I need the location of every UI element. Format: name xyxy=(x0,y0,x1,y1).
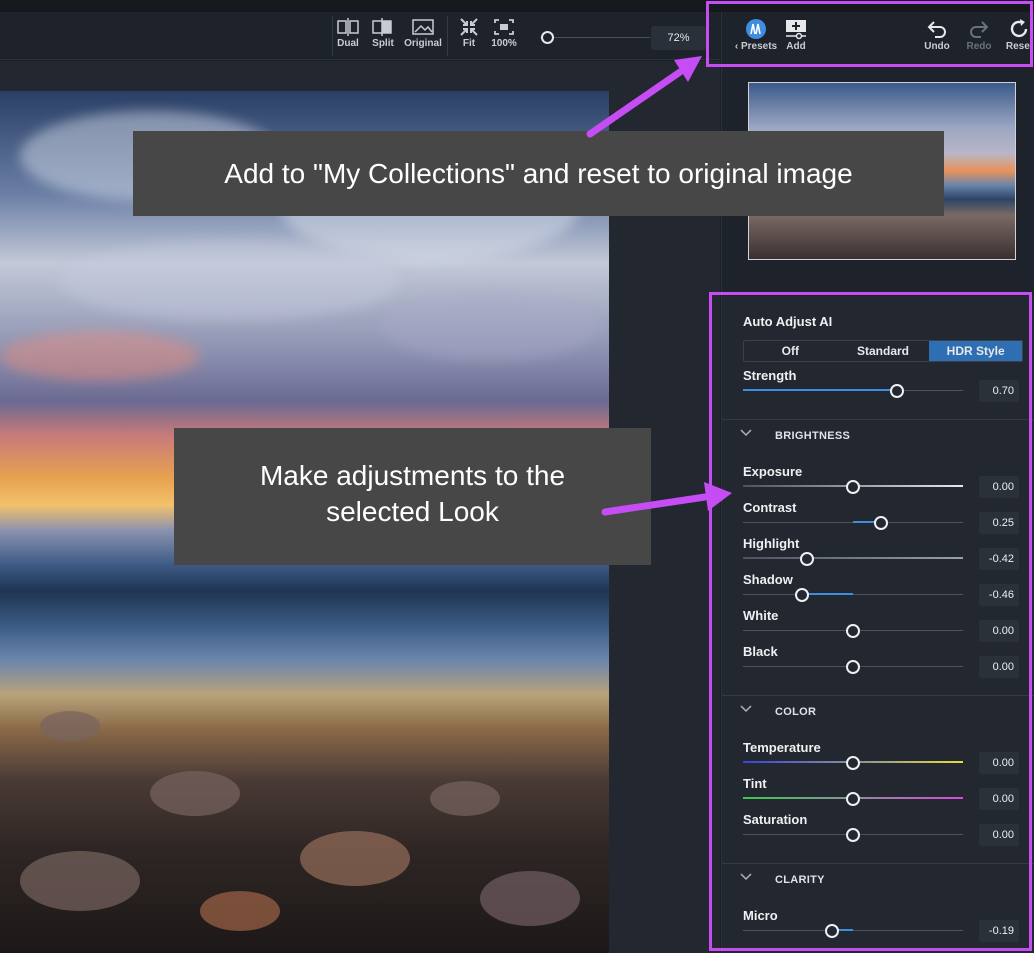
zoom-slider-track[interactable] xyxy=(540,37,650,38)
toolbar-separator xyxy=(447,16,448,56)
split-view-button[interactable]: Split xyxy=(365,18,401,58)
dual-view-icon xyxy=(337,18,359,36)
fit-icon xyxy=(460,18,478,36)
annotation-adjustments: Make adjustments to the selected Look xyxy=(174,428,651,565)
split-view-label: Split xyxy=(372,38,394,49)
original-view-label: Original xyxy=(404,38,442,49)
view-toolbar: Dual Split Original Fit 100% 72% xyxy=(0,12,720,60)
split-view-icon xyxy=(372,18,392,36)
annotation-adjustments-line2: selected Look xyxy=(326,496,499,527)
zoom-100-button[interactable]: 100% xyxy=(486,18,522,58)
annotation-collections-reset: Add to "My Collections" and reset to ori… xyxy=(133,131,944,216)
zoom-value-field[interactable]: 72% xyxy=(651,26,706,50)
fit-button[interactable]: Fit xyxy=(451,18,487,58)
fit-label: Fit xyxy=(462,38,476,49)
header-highlight-box xyxy=(706,1,1033,67)
original-image-icon xyxy=(412,19,434,35)
zoom-100-label: 100% xyxy=(491,38,517,49)
dual-view-button[interactable]: Dual xyxy=(330,18,366,58)
annotation-adjustments-line1: Make adjustments to the xyxy=(259,460,566,491)
zoom-slider-knob[interactable] xyxy=(541,31,554,44)
adjustments-highlight-box xyxy=(709,292,1032,951)
original-view-button[interactable]: Original xyxy=(402,18,444,58)
zoom-100-icon xyxy=(494,19,514,35)
dual-view-label: Dual xyxy=(337,38,359,49)
